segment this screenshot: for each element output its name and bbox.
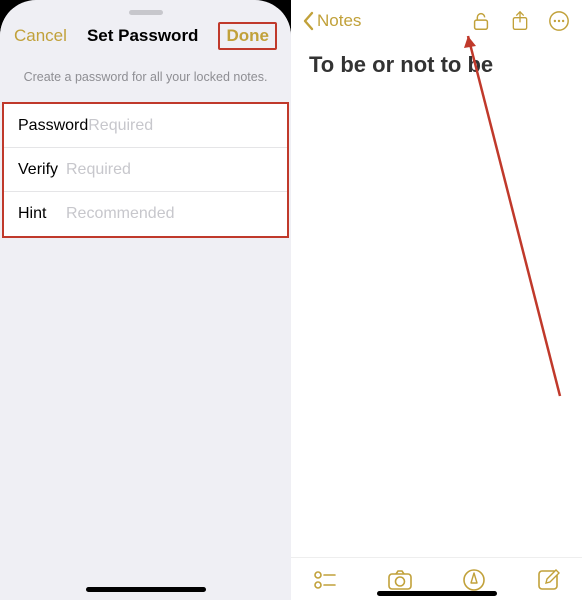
note-detail-pane: Notes (291, 0, 582, 600)
modal-title: Set Password (87, 26, 199, 46)
done-button-highlight: Done (218, 22, 277, 50)
verify-row: Verify (4, 148, 287, 192)
chevron-left-icon (303, 11, 315, 31)
marker-circle-icon (462, 568, 486, 592)
hint-input[interactable] (66, 205, 273, 223)
nav-actions (470, 10, 570, 32)
modal-subtitle: Create a password for all your locked no… (0, 60, 291, 102)
checklist-button[interactable] (313, 569, 337, 591)
compose-icon (536, 568, 560, 592)
unlock-icon (470, 10, 492, 32)
compose-button[interactable] (536, 568, 560, 592)
home-indicator[interactable] (86, 587, 206, 592)
camera-icon (387, 569, 413, 591)
password-form-highlight: Password Verify Hint (2, 102, 289, 238)
share-button[interactable] (510, 10, 530, 32)
set-password-pane: Cancel Set Password Done Create a passwo… (0, 0, 291, 600)
cancel-button[interactable]: Cancel (14, 26, 67, 46)
hint-label: Hint (18, 205, 66, 223)
back-label: Notes (317, 11, 361, 31)
note-title: To be or not to be (291, 38, 582, 92)
password-input[interactable] (88, 117, 291, 135)
note-nav-bar: Notes (291, 0, 582, 38)
share-icon (510, 10, 530, 32)
more-button[interactable] (548, 10, 570, 32)
sheet-handle[interactable] (129, 10, 163, 15)
camera-button[interactable] (387, 569, 413, 591)
password-label: Password (18, 117, 88, 135)
ellipsis-circle-icon (548, 10, 570, 32)
markup-button[interactable] (462, 568, 486, 592)
checklist-icon (313, 569, 337, 591)
done-button[interactable]: Done (226, 26, 269, 46)
verify-input[interactable] (66, 161, 273, 179)
back-button[interactable]: Notes (303, 11, 361, 31)
verify-label: Verify (18, 161, 66, 179)
hint-row: Hint (4, 192, 287, 236)
home-indicator[interactable] (377, 591, 497, 596)
modal-nav-bar: Cancel Set Password Done (0, 8, 291, 60)
password-row: Password (4, 104, 287, 148)
lock-button[interactable] (470, 10, 492, 32)
